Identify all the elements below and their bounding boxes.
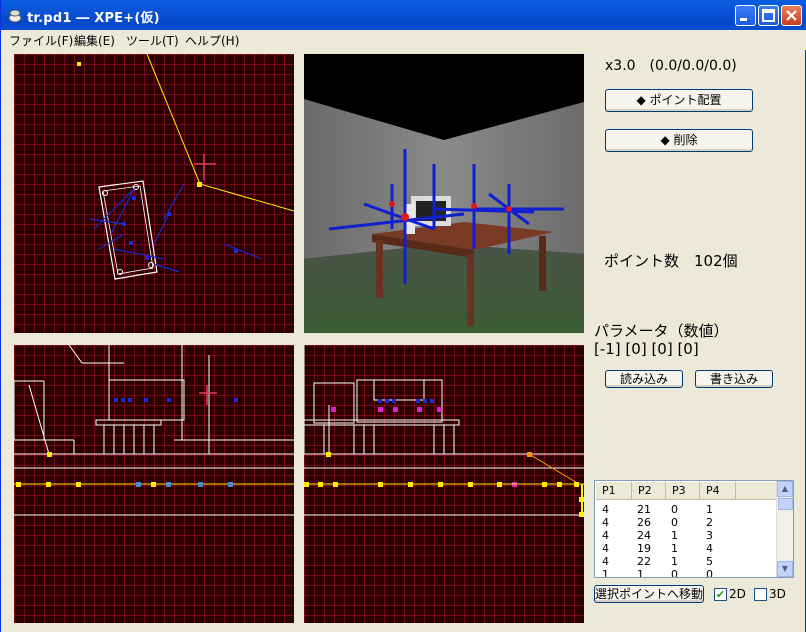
- table-row[interactable]: 1 1 0 0: [595, 568, 777, 578]
- table-cell: 1: [671, 555, 678, 568]
- title-bar[interactable]: tr.pd1 ― XPE+(仮): [1, 0, 806, 30]
- move-to-selected-button[interactable]: 選択ポイントへ移動: [594, 585, 704, 603]
- maximize-icon: [762, 9, 775, 22]
- table-cell: 5: [706, 555, 713, 568]
- side-view-canvas: [304, 345, 584, 623]
- table-cell: 0: [671, 503, 678, 516]
- points-table[interactable]: P1 P2 P3 P4 4 21 0 1 4 26 0 2 4 24 1 3 4…: [594, 480, 794, 578]
- table-cell: 4: [602, 503, 609, 516]
- viewport-side[interactable]: [304, 345, 584, 623]
- col-header-p2[interactable]: P2: [632, 482, 666, 500]
- col-header-p3[interactable]: P3: [666, 482, 700, 500]
- delete-button[interactable]: ◆ 削除: [605, 129, 753, 152]
- table-cell: 4: [706, 542, 713, 555]
- table-cell: 0: [706, 568, 713, 578]
- table-cell: 21: [637, 503, 651, 516]
- params-title: パラメータ（数値）: [594, 322, 729, 340]
- scroll-down-icon[interactable]: ▼: [777, 561, 793, 577]
- table-cell: 1: [706, 503, 713, 516]
- params-values: [-1] [0] [0] [0]: [594, 340, 699, 358]
- front-view-canvas: [14, 345, 294, 623]
- table-cell: 2: [706, 516, 713, 529]
- maximize-button[interactable]: [758, 5, 779, 26]
- place-point-button[interactable]: ◆ ポイント配置: [605, 89, 753, 112]
- top-view-canvas: [14, 54, 294, 333]
- table-cell: 1: [602, 568, 609, 578]
- scroll-up-icon[interactable]: ▲: [777, 481, 793, 497]
- viewport-3d[interactable]: [304, 54, 584, 333]
- col-header-blank: [736, 482, 778, 500]
- close-icon: [786, 10, 797, 21]
- table-cell: 4: [602, 542, 609, 555]
- table-row[interactable]: 4 19 1 4: [595, 542, 777, 555]
- table-cell: 1: [671, 529, 678, 542]
- table-cell: 0: [671, 516, 678, 529]
- table-row[interactable]: 4 24 1 3: [595, 529, 777, 542]
- table-cell: 1: [637, 568, 644, 578]
- table-cell: 0: [671, 568, 678, 578]
- check-3d[interactable]: [754, 588, 767, 601]
- menu-help[interactable]: ヘルプ(H): [185, 32, 239, 49]
- table-cell: 4: [602, 555, 609, 568]
- zoom-readout: x3.0 (0.0/0.0/0.0): [605, 58, 737, 74]
- col-header-p4[interactable]: P4: [700, 482, 736, 500]
- viewport-top[interactable]: [14, 54, 294, 333]
- viewport-front[interactable]: [14, 345, 294, 623]
- 3d-view-canvas: [304, 54, 584, 333]
- table-cell: 24: [637, 529, 651, 542]
- load-button[interactable]: 読み込み: [605, 370, 683, 388]
- table-scrollbar[interactable]: ▲ ▼: [776, 481, 793, 577]
- app-icon: [8, 9, 22, 23]
- menu-file[interactable]: ファイル(F): [9, 32, 73, 49]
- save-button[interactable]: 書き込み: [695, 370, 773, 388]
- table-row[interactable]: 4 22 1 5: [595, 555, 777, 568]
- point-count: ポイント数 102個: [604, 252, 738, 270]
- menu-edit[interactable]: 編集(E): [74, 32, 115, 49]
- table-row[interactable]: 4 21 0 1: [595, 503, 777, 516]
- table-cell: 26: [637, 516, 651, 529]
- minimize-icon: [740, 18, 747, 21]
- table-cell: 4: [602, 529, 609, 542]
- menu-bar: ファイル(F) 編集(E) ツール(T) ヘルプ(H): [1, 30, 806, 50]
- table-cell: 19: [637, 542, 651, 555]
- minimize-button[interactable]: [735, 5, 756, 26]
- checkmark-icon: ✔: [715, 588, 726, 601]
- close-button[interactable]: [781, 5, 802, 26]
- check-3d-label: 3D: [769, 587, 786, 601]
- col-header-p1[interactable]: P1: [596, 482, 632, 500]
- table-row[interactable]: 4 26 0 2: [595, 516, 777, 529]
- table-cell: 22: [637, 555, 651, 568]
- menu-tools[interactable]: ツール(T): [126, 32, 179, 49]
- check-2d-label: 2D: [729, 587, 746, 601]
- check-2d[interactable]: ✔: [714, 588, 727, 601]
- scroll-thumb[interactable]: [778, 498, 793, 510]
- table-cell: 4: [602, 516, 609, 529]
- window-title: tr.pd1 ― XPE+(仮): [27, 11, 160, 26]
- table-cell: 1: [671, 542, 678, 555]
- app-window: tr.pd1 ― XPE+(仮) ファイル(F) 編集(E) ツール(T) ヘル…: [0, 0, 806, 632]
- table-cell: 3: [706, 529, 713, 542]
